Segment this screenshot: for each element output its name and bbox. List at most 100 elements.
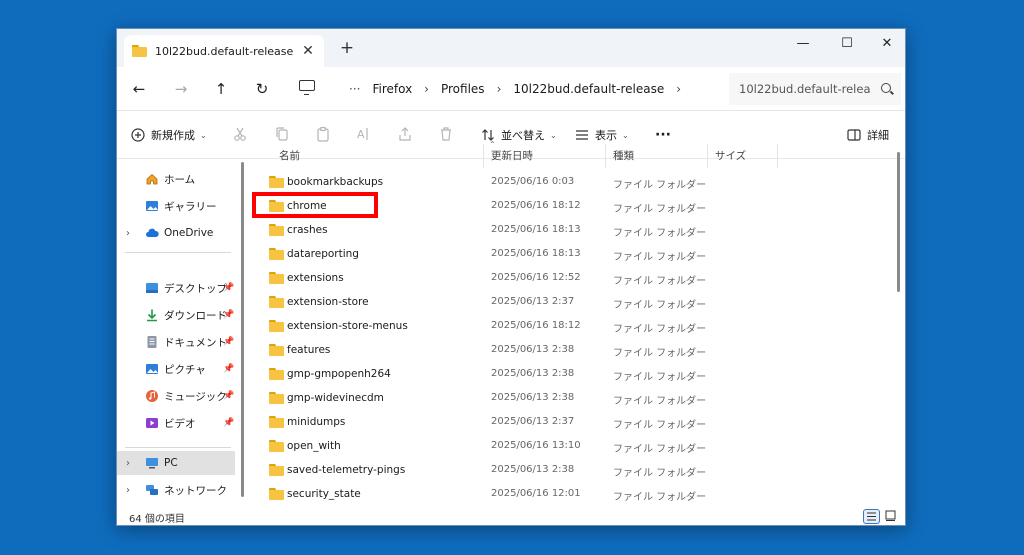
search-icon: [881, 83, 891, 93]
minimize-button[interactable]: —: [791, 35, 815, 53]
table-row[interactable]: saved-telemetry-pings 2025/06/13 2:38 ファ…: [251, 459, 891, 483]
file-type: ファイル フォルダー: [613, 444, 707, 455]
delete-icon[interactable]: [438, 126, 454, 142]
rename-icon[interactable]: A: [355, 126, 371, 142]
folder-icon: [269, 344, 284, 356]
column-separator[interactable]: [707, 144, 708, 168]
sidebar-item-network[interactable]: › ネットワーク: [117, 478, 235, 502]
table-row[interactable]: security_state 2025/06/16 12:01 ファイル フォル…: [251, 483, 891, 507]
file-name: bookmarkbackups: [287, 176, 384, 188]
chevron-right-icon[interactable]: ›: [126, 458, 130, 469]
chevron-right-icon[interactable]: ›: [670, 82, 687, 96]
sidebar-scrollbar[interactable]: [241, 162, 244, 497]
cut-icon[interactable]: [232, 126, 248, 142]
back-button[interactable]: ←: [129, 79, 149, 99]
sidebar-item-videos[interactable]: ビデオ 📌: [117, 411, 235, 435]
folder-icon: [269, 176, 284, 188]
pc-icon: [146, 458, 158, 469]
folder-icon: [269, 320, 284, 332]
table-row[interactable]: extensions 2025/06/16 12:52 ファイル フォルダー: [251, 267, 891, 291]
highlight-box: [252, 192, 378, 218]
breadcrumb-overflow[interactable]: ···: [343, 82, 366, 96]
table-row[interactable]: datareporting 2025/06/16 18:13 ファイル フォルダ…: [251, 243, 891, 267]
column-header-date[interactable]: 更新日時: [491, 141, 533, 169]
new-button-label: 新規作成: [151, 129, 195, 142]
new-tab-button[interactable]: +: [338, 39, 356, 57]
maximize-button[interactable]: ☐: [835, 35, 859, 53]
item-count: 64 個の項目: [129, 514, 185, 525]
table-row[interactable]: extension-store 2025/06/13 2:37 ファイル フォル…: [251, 291, 891, 315]
sidebar-item-music[interactable]: ミュージック 📌: [117, 384, 235, 408]
video-icon: [146, 418, 158, 428]
file-date: 2025/06/13 2:37: [491, 416, 575, 427]
sidebar-item-desktop[interactable]: デスクトップ 📌: [117, 276, 235, 300]
file-name: security_state: [287, 488, 361, 500]
file-date: 2025/06/13 2:38: [491, 392, 575, 403]
column-separator[interactable]: [777, 144, 778, 168]
file-name: minidumps: [287, 416, 346, 428]
sidebar-item-label: ギャラリー: [164, 200, 217, 213]
share-icon[interactable]: [397, 126, 413, 142]
title-bar: 10l22bud.default-release ✕ + — ☐ ✕: [117, 29, 905, 67]
table-row[interactable]: gmp-widevinecdm 2025/06/13 2:38 ファイル フォル…: [251, 387, 891, 411]
tab-title: 10l22bud.default-release: [155, 44, 294, 58]
new-button[interactable]: 新規作成 ⌄: [131, 126, 207, 144]
column-header-size[interactable]: サイズ: [715, 141, 746, 169]
table-row[interactable]: open_with 2025/06/16 13:10 ファイル フォルダー: [251, 435, 891, 459]
file-type: ファイル フォルダー: [613, 492, 707, 503]
file-type: ファイル フォルダー: [613, 348, 707, 359]
pin-icon: 📌: [223, 391, 235, 401]
this-pc-icon[interactable]: [299, 80, 315, 95]
close-window-button[interactable]: ✕: [875, 35, 899, 53]
sidebar-item-label: ネットワーク: [164, 484, 227, 497]
pin-icon: 📌: [223, 337, 235, 347]
refresh-button[interactable]: ↻: [252, 79, 272, 99]
column-separator[interactable]: [605, 144, 606, 168]
file-type: ファイル フォルダー: [613, 324, 707, 335]
sidebar-item-downloads[interactable]: ダウンロード 📌: [117, 303, 235, 327]
sidebar-divider: [125, 447, 231, 448]
breadcrumb-firefox[interactable]: Firefox: [366, 82, 418, 96]
cloud-icon: [146, 228, 159, 237]
column-header-name[interactable]: 名前: [279, 141, 300, 169]
sidebar-item-pc[interactable]: › PC: [117, 451, 235, 475]
breadcrumb-profiles[interactable]: Profiles: [435, 82, 491, 96]
chevron-right-icon[interactable]: ›: [126, 485, 130, 496]
navigation-pane: ホーム ギャラリー › OneDrive デスクトップ 📌 ダウンロード 📌 ド…: [117, 159, 241, 504]
table-row[interactable]: features 2025/06/13 2:38 ファイル フォルダー: [251, 339, 891, 363]
details-view-button[interactable]: [863, 509, 880, 524]
sidebar-item-pictures[interactable]: ピクチャ 📌: [117, 357, 235, 381]
chevron-right-icon[interactable]: ›: [126, 228, 130, 239]
tiles-view-button[interactable]: [883, 509, 900, 524]
tab-close-button[interactable]: ✕: [300, 43, 316, 59]
folder-icon: [269, 464, 284, 476]
sidebar-item-home[interactable]: ホーム: [117, 167, 235, 191]
tab-current-folder[interactable]: 10l22bud.default-release ✕: [124, 35, 324, 67]
file-type: ファイル フォルダー: [613, 276, 707, 287]
table-row[interactable]: extension-store-menus 2025/06/16 18:12 フ…: [251, 315, 891, 339]
table-row[interactable]: gmp-gmpopenh264 2025/06/13 2:38 ファイル フォル…: [251, 363, 891, 387]
sidebar-item-documents[interactable]: ドキュメント 📌: [117, 330, 235, 354]
file-name: open_with: [287, 440, 341, 452]
up-button[interactable]: ↑: [211, 79, 231, 99]
column-separator[interactable]: [483, 144, 484, 168]
sidebar-item-onedrive[interactable]: › OneDrive: [117, 221, 235, 245]
file-name: extensions: [287, 272, 344, 284]
forward-button[interactable]: →: [171, 79, 191, 99]
column-header-type[interactable]: 種類: [613, 141, 634, 169]
table-row[interactable]: crashes 2025/06/16 18:13 ファイル フォルダー: [251, 219, 891, 243]
sidebar-item-gallery[interactable]: ギャラリー: [117, 194, 235, 218]
table-row[interactable]: minidumps 2025/06/13 2:37 ファイル フォルダー: [251, 411, 891, 435]
breadcrumb-current-folder[interactable]: 10l22bud.default-release: [507, 82, 670, 96]
search-input[interactable]: 10l22bud.default-relea: [729, 73, 901, 105]
copy-icon[interactable]: [274, 126, 290, 142]
chevron-right-icon[interactable]: ›: [418, 82, 435, 96]
file-date: 2025/06/16 13:10: [491, 440, 581, 451]
paste-icon[interactable]: [315, 126, 331, 142]
breadcrumb[interactable]: ··· Firefox › Profiles › 10l22bud.defaul…: [343, 73, 763, 105]
file-list-scrollbar[interactable]: [897, 152, 900, 292]
chevron-right-icon[interactable]: ›: [491, 82, 508, 96]
download-icon: [147, 309, 157, 322]
folder-icon: [269, 272, 284, 284]
sidebar-item-label: ホーム: [164, 173, 196, 186]
